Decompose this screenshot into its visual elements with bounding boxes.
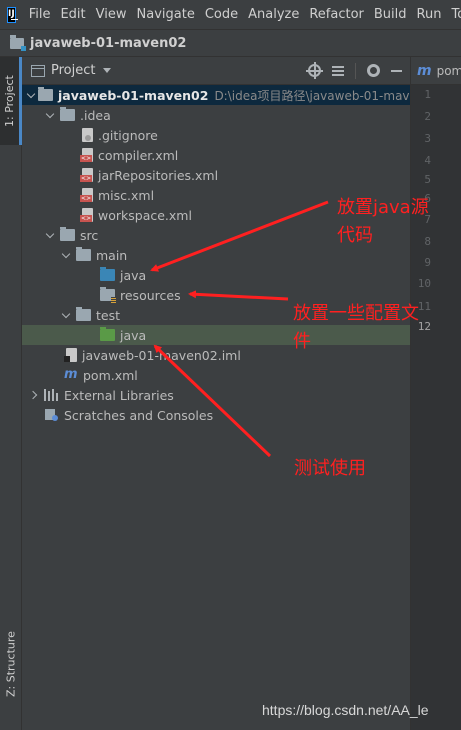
tree-item-scratches[interactable]: Scratches and Consoles bbox=[22, 405, 410, 425]
intellij-logo-icon: IJ bbox=[7, 6, 18, 23]
tree-item-label: compiler.xml bbox=[98, 147, 179, 163]
chevron-down-icon[interactable] bbox=[26, 89, 36, 101]
menu-run[interactable]: Run bbox=[412, 7, 447, 22]
breadcrumb-project[interactable]: javaweb-01-maven02 bbox=[30, 36, 186, 51]
annotation-java-source-line1: 放置java源 bbox=[337, 197, 429, 218]
line-number: 9 bbox=[424, 256, 431, 269]
menu-view[interactable]: View bbox=[91, 7, 132, 22]
menu-code[interactable]: Code bbox=[200, 7, 243, 22]
module-file-icon bbox=[64, 348, 77, 362]
tree-item-label: resources bbox=[120, 287, 181, 303]
menu-analyze[interactable]: Analyze bbox=[243, 7, 304, 22]
tree-item-main[interactable]: main bbox=[22, 245, 410, 265]
folder-icon bbox=[76, 307, 91, 321]
chevron-down-icon[interactable] bbox=[60, 249, 72, 261]
chevron-down-icon[interactable] bbox=[44, 229, 56, 241]
maven-icon: m bbox=[417, 62, 432, 79]
tree-item-label: jarRepositories.xml bbox=[98, 167, 219, 183]
menu-build[interactable]: Build bbox=[369, 7, 412, 22]
maven-icon: m bbox=[64, 367, 78, 382]
tree-item-project-root[interactable]: javaweb-01-maven02 D:\idea项目路径\javaweb-0… bbox=[22, 85, 410, 105]
xml-file-icon bbox=[80, 168, 93, 182]
chevron-down-icon[interactable] bbox=[44, 109, 56, 121]
tree-item-label: misc.xml bbox=[98, 187, 155, 203]
line-number: 4 bbox=[424, 154, 431, 167]
tree-item-label: .gitignore bbox=[98, 127, 158, 143]
tree-item-external-libraries[interactable]: External Libraries bbox=[22, 385, 410, 405]
tree-item-path: D:\idea项目路径\javaweb-01-maven0 bbox=[214, 88, 410, 103]
menu-refactor[interactable]: Refactor bbox=[304, 7, 369, 22]
left-tool-strip: 1: Project Z: Structure bbox=[0, 57, 22, 730]
tree-item-label: javaweb-01-maven02 bbox=[58, 87, 209, 103]
tree-item-label: pom.xml bbox=[83, 367, 138, 383]
menu-bar: IJ File Edit View Navigate Code Analyze … bbox=[0, 0, 461, 30]
annotation-test: 测试使用 bbox=[294, 458, 366, 479]
tree-item-compiler-xml[interactable]: compiler.xml bbox=[22, 145, 410, 165]
resources-folder-icon bbox=[100, 287, 116, 303]
tree-item-label: Scratches and Consoles bbox=[64, 407, 214, 423]
tree-item-label: main bbox=[96, 247, 128, 263]
project-view-selector[interactable]: Project bbox=[51, 63, 95, 78]
watermark-url: https://blog.csdn.net/AA_le bbox=[262, 702, 429, 718]
folder-icon bbox=[76, 247, 91, 261]
scratches-icon bbox=[44, 408, 59, 422]
annotation-config-line1: 放置一些配置文 bbox=[293, 303, 419, 324]
tree-item-test-java[interactable]: java bbox=[22, 325, 410, 345]
chevron-down-icon[interactable] bbox=[60, 309, 72, 321]
xml-file-icon bbox=[80, 208, 93, 222]
menu-navigate[interactable]: Navigate bbox=[132, 7, 200, 22]
line-number: 2 bbox=[424, 110, 431, 123]
line-number: 8 bbox=[424, 235, 431, 248]
tree-item-label: workspace.xml bbox=[98, 207, 192, 223]
tree-item-pom-xml[interactable]: m pom.xml bbox=[22, 365, 410, 385]
project-tool-tab[interactable]: 1: Project bbox=[0, 57, 22, 145]
chevron-right-icon[interactable] bbox=[28, 389, 40, 401]
dropdown-caret-icon[interactable] bbox=[103, 68, 112, 73]
editor-tab-bar: m pom bbox=[411, 57, 461, 85]
collapse-all-icon[interactable] bbox=[332, 65, 344, 77]
project-folder-icon bbox=[10, 34, 26, 51]
navigation-bar: javaweb-01-maven02 bbox=[0, 30, 461, 57]
tree-item-iml[interactable]: javaweb-01-maven02.iml bbox=[22, 345, 410, 365]
folder-icon bbox=[60, 227, 75, 241]
tree-item-label: .idea bbox=[80, 107, 111, 123]
tree-item-jarrepositories-xml[interactable]: jarRepositories.xml bbox=[22, 165, 410, 185]
tree-item-label: java bbox=[120, 327, 147, 343]
tree-item-main-java[interactable]: java bbox=[22, 265, 410, 285]
menu-tools[interactable]: Too bbox=[446, 7, 461, 22]
toolbar-separator bbox=[355, 62, 356, 79]
tree-item-label: java bbox=[120, 267, 147, 283]
editor-gutter: 1 2 3 4 5 6 7 8 9 10 11 12 bbox=[411, 85, 461, 730]
menu-edit[interactable]: Edit bbox=[55, 7, 90, 22]
tree-item-gitignore[interactable]: .gitignore bbox=[22, 125, 410, 145]
menu-file[interactable]: File bbox=[24, 7, 56, 22]
module-folder-icon bbox=[38, 87, 53, 101]
gear-icon[interactable] bbox=[367, 64, 380, 77]
line-number: 10 bbox=[417, 277, 431, 290]
libraries-icon bbox=[44, 389, 59, 401]
editor-tab-pom[interactable]: pom bbox=[437, 64, 461, 78]
structure-tool-tab[interactable]: Z: Structure bbox=[0, 622, 22, 707]
annotation-java-source-line2: 代码 bbox=[337, 225, 373, 246]
xml-file-icon bbox=[80, 148, 93, 162]
tree-item-label: javaweb-01-maven02.iml bbox=[82, 347, 241, 363]
line-number: 5 bbox=[424, 173, 431, 186]
xml-file-icon bbox=[80, 188, 93, 202]
gitignore-file-icon bbox=[82, 128, 93, 142]
test-source-folder-icon bbox=[100, 327, 115, 341]
locate-file-icon[interactable] bbox=[306, 62, 323, 79]
source-folder-icon bbox=[100, 267, 115, 281]
annotation-config-line2: 件 bbox=[293, 331, 311, 352]
project-panel-header: Project bbox=[22, 57, 410, 85]
hide-panel-icon[interactable] bbox=[391, 69, 402, 72]
tree-item-idea[interactable]: .idea bbox=[22, 105, 410, 125]
tree-item-label: External Libraries bbox=[64, 387, 174, 403]
project-tree: javaweb-01-maven02 D:\idea项目路径\javaweb-0… bbox=[22, 85, 410, 730]
project-view-icon bbox=[31, 64, 45, 77]
tree-item-label: src bbox=[80, 227, 99, 243]
line-number: 3 bbox=[424, 132, 431, 145]
folder-icon bbox=[60, 107, 75, 121]
line-number: 1 bbox=[424, 88, 431, 101]
tree-item-label: test bbox=[96, 307, 121, 323]
